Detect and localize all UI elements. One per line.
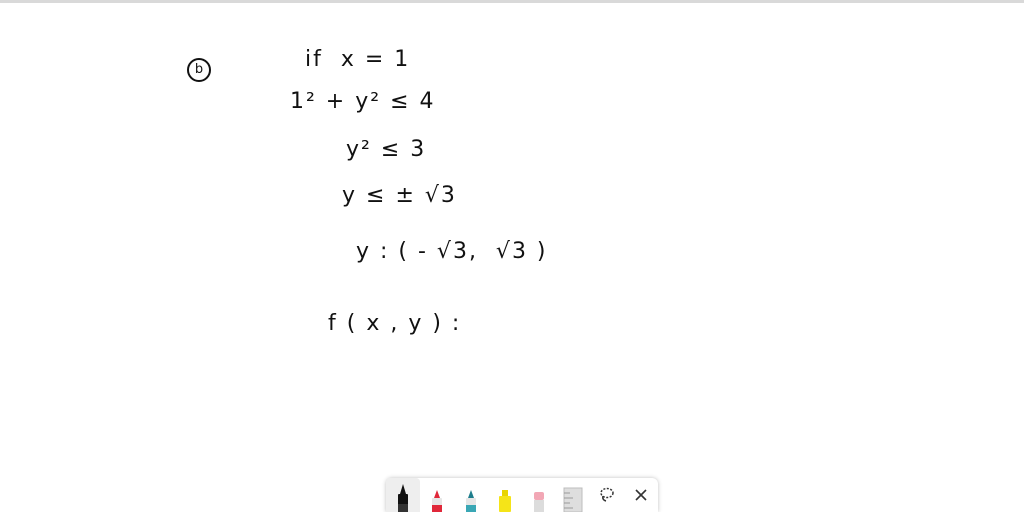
drawing-toolbar <box>386 478 658 512</box>
pen-teal-icon <box>466 490 476 512</box>
handwritten-line-6: f ( x , y ) : <box>328 311 462 336</box>
handwritten-line-1: if x = 1 <box>305 47 411 72</box>
handwritten-line-3: y² ≤ 3 <box>346 137 427 162</box>
lasso-tool[interactable] <box>590 478 624 512</box>
handwritten-line-5: y : ( - √3, √3 ) <box>356 239 548 264</box>
ruler-tool[interactable] <box>556 478 590 512</box>
pen-red-tool[interactable] <box>420 478 454 512</box>
pen-black-icon <box>398 484 408 512</box>
whiteboard-canvas[interactable]: b if x = 1 1² + y² ≤ 4 y² ≤ 3 y ≤ ± √3 y… <box>0 3 1024 512</box>
handwritten-line-4: y ≤ ± √3 <box>342 183 457 208</box>
highlighter-icon <box>499 490 511 512</box>
handwritten-line-2: 1² + y² ≤ 4 <box>290 89 436 114</box>
part-label: b <box>187 58 211 82</box>
close-button[interactable] <box>624 478 658 512</box>
pen-black-tool[interactable] <box>386 478 420 512</box>
pen-red-icon <box>432 490 442 512</box>
eraser-icon <box>534 492 544 512</box>
eraser-tool[interactable] <box>522 478 556 512</box>
pen-teal-tool[interactable] <box>454 478 488 512</box>
ruler-icon <box>563 487 583 512</box>
lasso-icon <box>600 487 614 502</box>
close-icon <box>635 489 647 501</box>
highlighter-yellow-tool[interactable] <box>488 478 522 512</box>
